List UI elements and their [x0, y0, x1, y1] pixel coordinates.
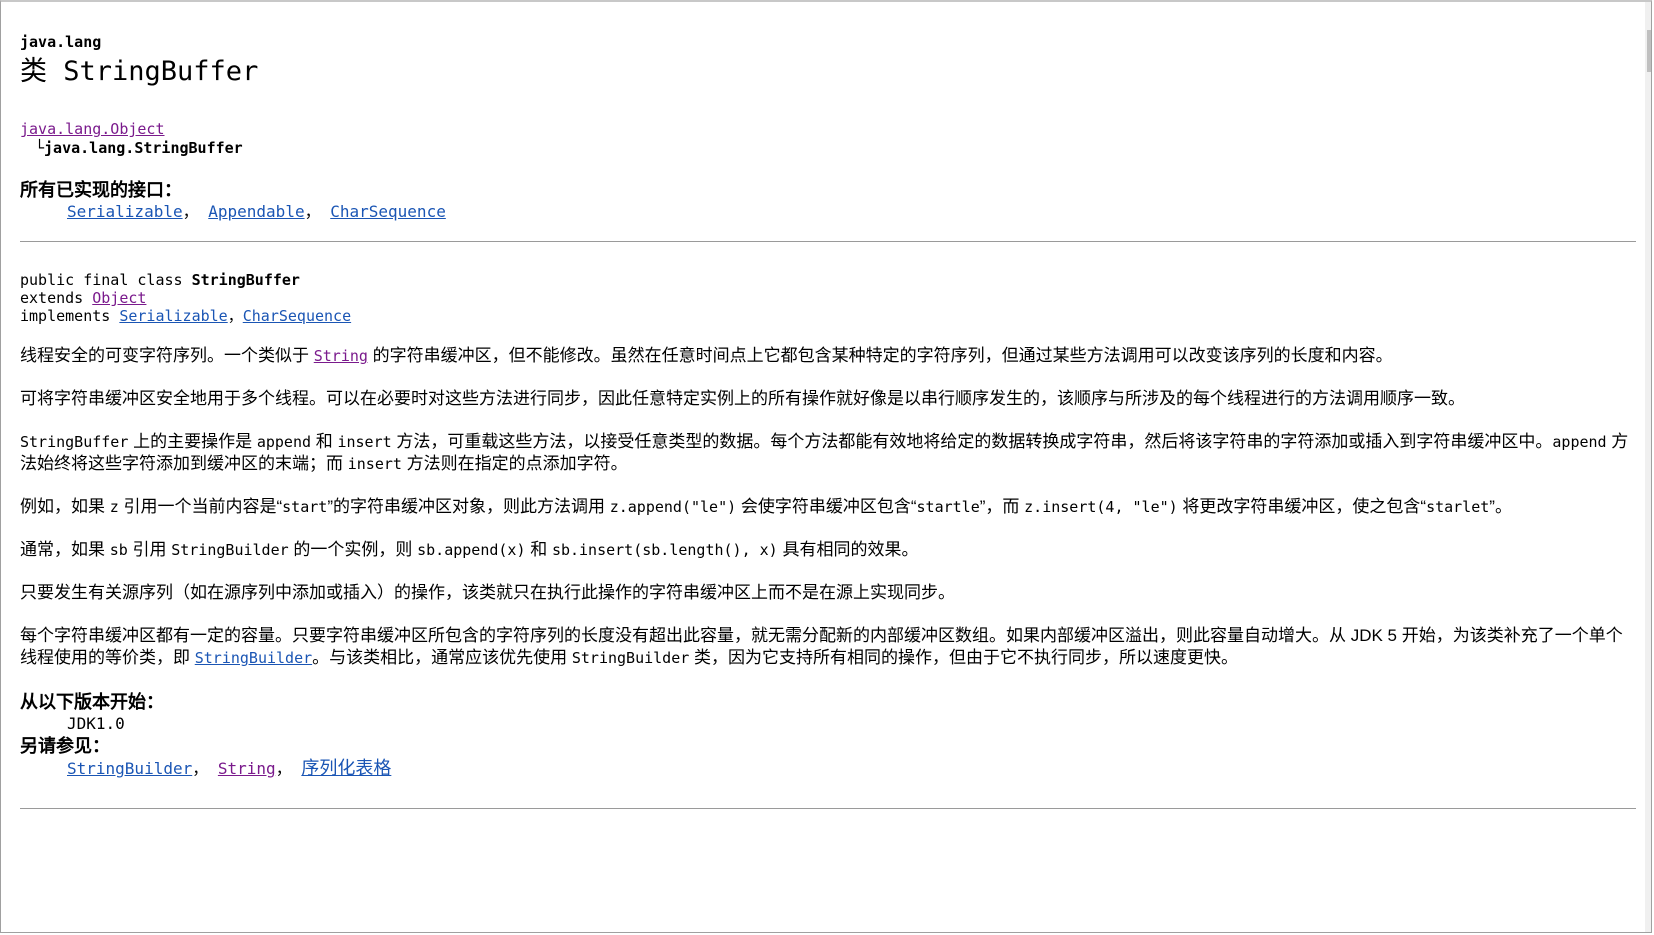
description-paragraph-3: StringBuffer 上的主要操作是 append 和 insert 方法，… [20, 432, 1629, 473]
current-class-node: └java.lang.StringBuffer [20, 139, 1640, 158]
list-separator: ， [182, 202, 199, 221]
signature-line-declaration: public final class StringBuffer [20, 271, 300, 289]
see-also-section: 另请参见： StringBuilder， String， 序列化表格 [20, 735, 1640, 780]
browser-viewport: java.lang 类 StringBuffer java.lang.Objec… [0, 0, 1652, 933]
description-paragraph-6: 只要发生有关源序列（如在源序列中添加或插入）的操作，该类就只在执行此操作的字符串… [20, 583, 955, 602]
parent-class-link[interactable]: java.lang.Object [20, 120, 165, 138]
current-class-name: java.lang.StringBuffer [44, 139, 243, 157]
description-paragraph-5: 通常，如果 sb 引用 StringBuilder 的一个实例，则 sb.app… [20, 540, 919, 559]
javadoc-content: java.lang 类 StringBuffer java.lang.Objec… [20, 32, 1640, 809]
tree-branch-icon: └ [35, 139, 45, 157]
since-heading: 从以下版本开始： [20, 692, 164, 712]
package-name: java.lang [20, 33, 102, 51]
description-paragraph-1: 线程安全的可变字符序列。一个类似于 String 的字符串缓冲区，但不能修改。虽… [20, 346, 1393, 365]
interfaces-heading: 所有已实现的接口： [20, 180, 182, 200]
string-class-link[interactable]: String [314, 347, 368, 365]
inheritance-tree: java.lang.Object └java.lang.StringBuffer [20, 120, 1640, 158]
see-also-link-serialized-form[interactable]: 序列化表格 [301, 758, 391, 778]
section-divider [20, 241, 1636, 242]
interfaces-section: 所有已实现的接口： Serializable， Appendable， Char… [20, 179, 1640, 223]
implements-serializable-link[interactable]: Serializable [119, 307, 227, 325]
scrollbar-thumb[interactable] [1647, 30, 1651, 72]
signature-line-implements: implements Serializable，CharSequence [20, 307, 352, 325]
interface-link-appendable[interactable]: Appendable [208, 202, 304, 221]
interface-link-serializable[interactable]: Serializable [67, 202, 183, 221]
since-section: 从以下版本开始： JDK1.0 [20, 691, 1640, 735]
page-title: 类 StringBuffer [20, 56, 259, 87]
extends-object-link[interactable]: Object [92, 289, 146, 307]
class-signature: public final class StringBuffer extends … [20, 271, 1640, 325]
description-paragraph-7: 每个字符串缓冲区都有一定的容量。只要字符串缓冲区所包含的字符序列的长度没有超出此… [20, 626, 1623, 667]
vertical-scrollbar[interactable] [1645, 2, 1651, 932]
bottom-divider [20, 808, 1636, 809]
list-separator: ， [304, 202, 321, 221]
interface-link-charsequence[interactable]: CharSequence [330, 202, 446, 221]
signature-line-extends: extends Object [20, 289, 147, 307]
stringbuilder-link[interactable]: StringBuilder [195, 649, 312, 667]
interfaces-list: Serializable， Appendable， CharSequence [20, 201, 1640, 223]
implements-charsequence-link[interactable]: CharSequence [243, 307, 351, 325]
description-paragraph-2: 可将字符串缓冲区安全地用于多个线程。可以在必要时对这些方法进行同步，因此任意特定… [20, 389, 1465, 408]
see-also-link-string[interactable]: String [218, 759, 276, 778]
description-paragraph-4: 例如，如果 z 引用一个当前内容是“start”的字符串缓冲区对象，则此方法调用… [20, 497, 1512, 516]
see-also-heading: 另请参见： [20, 736, 110, 756]
since-value: JDK1.0 [67, 714, 125, 733]
see-also-link-stringbuilder[interactable]: StringBuilder [67, 759, 192, 778]
signature-class-name: StringBuffer [191, 271, 300, 289]
see-also-list: StringBuilder， String， 序列化表格 [67, 758, 392, 778]
